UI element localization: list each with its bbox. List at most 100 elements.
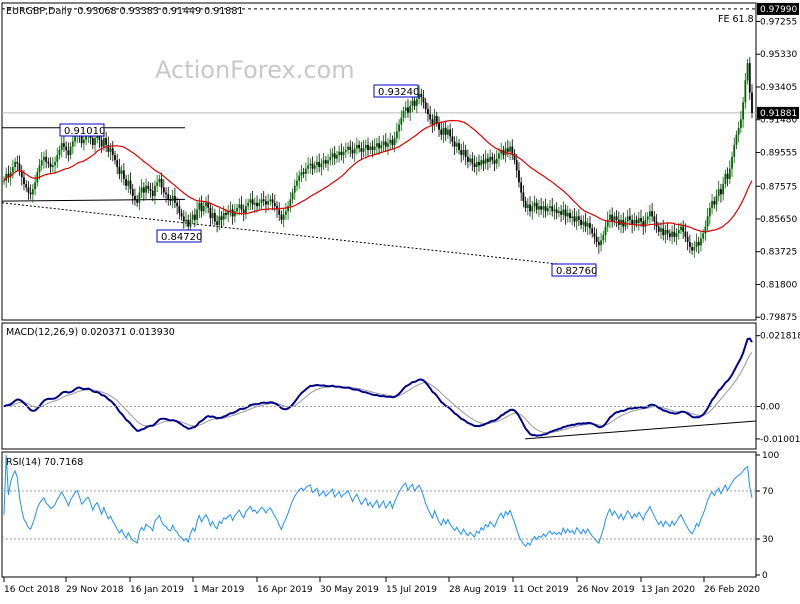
fe-level-text: FE 61.8 [718, 14, 754, 25]
rsi-tick-label: 30 [762, 535, 774, 545]
rsi-tick-label: 100 [762, 451, 779, 461]
candle-body [535, 202, 538, 210]
candle-body [569, 212, 571, 219]
candle-body [58, 150, 61, 156]
candle-body [637, 218, 640, 224]
candle-body [715, 195, 718, 205]
x-tick-label: 16 Oct 2018 [4, 585, 60, 595]
candle-body [258, 202, 261, 207]
candle-body [131, 189, 134, 196]
candle-body [327, 160, 329, 164]
x-tick-label: 16 Jan 2019 [130, 585, 184, 595]
current-price-value: 0.91881 [760, 109, 797, 119]
candle-body [200, 202, 203, 212]
watermark: ActionForex.com [155, 56, 355, 84]
candle-body [711, 201, 713, 208]
candle-body [666, 230, 669, 234]
candle-body [25, 184, 28, 188]
candle-body [291, 192, 294, 200]
x-tick-label: 30 May 2019 [320, 585, 379, 595]
candle-body [11, 167, 14, 173]
candle-body [427, 109, 429, 115]
candle-body [29, 192, 32, 195]
candle-body [489, 156, 491, 162]
x-tick-label: 16 Apr 2019 [257, 585, 313, 595]
candle-body [700, 238, 702, 246]
candle-body [600, 240, 602, 246]
candle-body [493, 160, 496, 164]
candle-body [577, 216, 580, 220]
rsi-tick-label: 0 [762, 571, 768, 581]
candle-body [697, 241, 700, 246]
candle-body [524, 201, 527, 208]
candle-body [196, 209, 199, 220]
candle-body [109, 148, 112, 152]
candle-body [245, 206, 247, 213]
candle-body [344, 150, 347, 152]
candle-body [646, 216, 649, 220]
candle-body [706, 216, 709, 227]
candle-body [318, 161, 321, 168]
candle-body [555, 209, 558, 213]
candle-body [356, 144, 358, 149]
candle-body [407, 107, 409, 113]
candle-body [648, 211, 651, 217]
candle-body [205, 202, 207, 207]
candle-body [682, 226, 685, 232]
rsi-title: RSI(14) 70.7168 [6, 457, 83, 468]
candle-body [395, 131, 398, 139]
candle-body [111, 148, 114, 156]
candle-body [673, 231, 676, 237]
candle-body [380, 144, 383, 149]
candle-body [435, 115, 438, 123]
candle-body [640, 218, 642, 222]
candle-body [209, 207, 212, 219]
candle-body [635, 219, 638, 224]
candle-body [211, 212, 214, 219]
candle-body [538, 206, 540, 210]
candle-body [191, 214, 194, 220]
candle-body [720, 189, 722, 195]
candle-body [180, 212, 183, 217]
candle-body [145, 185, 147, 193]
candle-body [142, 187, 145, 193]
candle-body [609, 214, 611, 220]
price-tick-label: 0.85650 [760, 215, 797, 225]
candle-body [447, 129, 449, 135]
candle-body [398, 124, 400, 132]
candle-body [140, 187, 143, 193]
candle-body [102, 138, 105, 147]
symbol-title: EURGBP,Daily 0.93068 0.93383 0.91449 0.91… [6, 6, 243, 17]
candle-body [167, 194, 170, 200]
candle-body [353, 148, 356, 154]
candle-body [358, 144, 361, 149]
candle-body [688, 241, 691, 248]
candle-body [626, 216, 629, 222]
candle-body [469, 158, 472, 162]
candle-body [553, 209, 556, 212]
candle-body [207, 202, 210, 208]
candle-body [691, 247, 693, 251]
candle-body [404, 107, 407, 111]
candle-body [433, 115, 436, 125]
candle-body [429, 114, 432, 120]
candle-body [309, 163, 312, 166]
candle-body [371, 146, 374, 151]
candle-body [125, 178, 127, 186]
candle-body [677, 230, 680, 234]
candle-body [542, 206, 545, 210]
candle-body [737, 127, 740, 135]
price-tick-label: 0.89555 [760, 148, 797, 158]
candle-body [174, 195, 176, 203]
candle-body [748, 63, 751, 93]
candle-body [162, 187, 165, 193]
candle-body [602, 235, 605, 241]
candle-body [338, 151, 341, 156]
candle-body [629, 216, 631, 220]
candle-body [529, 204, 531, 212]
candle-body [546, 207, 549, 212]
candle-body [349, 146, 352, 151]
macd-tick-label: 0.021818 [760, 332, 800, 342]
x-tick-label: 11 Oct 2019 [513, 585, 569, 595]
candle-body [213, 212, 216, 222]
